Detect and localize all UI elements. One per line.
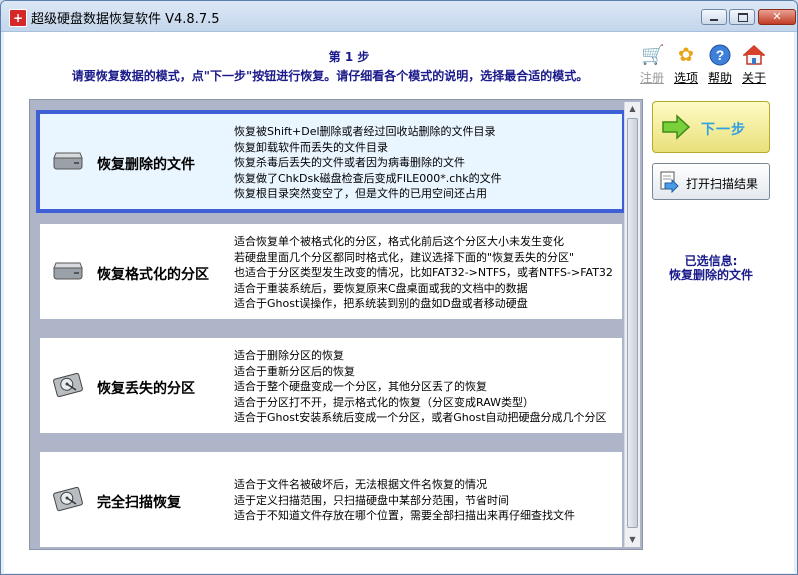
mode-description: 适合恢复单个被格式化的分区，格式化前后这个分区大小未发生变化 若硬盘里面几个分区… <box>234 234 620 312</box>
minimize-button[interactable] <box>701 9 727 25</box>
step-title: 第 1 步 <box>328 50 370 64</box>
mode-name: 恢复丢失的分区 <box>97 381 195 397</box>
scroll-thumb[interactable] <box>627 118 638 528</box>
desc-line: 适合于文件名被破坏后，无法根据文件名恢复的情况 <box>234 478 487 491</box>
window-title: 超级硬盘数据恢复软件 V4.8.7.5 <box>31 12 220 27</box>
app-window: + 超级硬盘数据恢复软件 V4.8.7.5 第 1 步 请要恢复数据的模式，点"… <box>0 0 798 575</box>
gear-icon: ✿ <box>678 44 694 66</box>
desc-line: 恢复杀毒后丢失的文件或者因为病毒删除的文件 <box>234 156 465 169</box>
house-icon <box>742 44 766 66</box>
vertical-scrollbar[interactable]: ▲ ▼ <box>624 102 640 547</box>
desc-line: 恢复被Shift+Del删除或者经过回收站删除的文件目录 <box>234 125 496 138</box>
register-label: 注册 <box>639 71 664 85</box>
arrow-right-icon <box>662 114 691 140</box>
harddrive-icon <box>53 372 83 398</box>
main-panel: 第 1 步 请要恢复数据的模式，点"下一步"按钮进行恢复。请仔细看各个模式的说明… <box>4 32 794 573</box>
desc-line: 适合于重装系统后，要恢复原来C盘桌面或我的文档中的数据 <box>234 281 528 295</box>
desc-line: 适合于分区打不开，提示格式化的恢复（分区变成RAW类型） <box>234 395 534 409</box>
desc-line: 恢复卸载软件而丢失的文件目录 <box>234 140 388 154</box>
help-label: 帮助 <box>707 71 732 85</box>
help-button[interactable]: ? 帮助 <box>705 44 735 86</box>
desc-line: 适合于Ghost安装系统后变成一个分区，或者Ghost自动把硬盘分成几个分区 <box>234 411 607 424</box>
mode-name: 完全扫描恢复 <box>97 495 181 511</box>
close-button[interactable] <box>758 9 796 25</box>
disk-icon <box>53 152 83 170</box>
mode-full-scan[interactable]: 完全扫描恢复 适合于文件名被破坏后，无法根据文件名恢复的情况 适于定义扫描范围，… <box>40 452 622 547</box>
next-step-label: 下一步 <box>701 122 746 138</box>
mode-delete-files[interactable]: 恢复删除的文件 恢复被Shift+Del删除或者经过回收站删除的文件目录 恢复卸… <box>36 110 626 213</box>
harddrive-icon <box>53 486 83 512</box>
scroll-down-icon[interactable]: ▼ <box>625 533 640 547</box>
open-scan-results-button[interactable]: 打开扫描结果 <box>652 163 770 200</box>
desc-line: 适合于删除分区的恢复 <box>234 349 344 362</box>
cart-icon: 🛒 <box>641 44 665 66</box>
desc-line: 适合于不知道文件存放在哪个位置，需要全部扫描出来再仔细查找文件 <box>234 509 575 522</box>
options-label: 选项 <box>673 71 698 85</box>
selected-info-value: 恢复删除的文件 <box>668 268 753 282</box>
desc-line: 适于定义扫描范围，只扫描硬盘中某部分范围，节省时间 <box>234 493 509 507</box>
step-instruction: 请要恢复数据的模式，点"下一步"按钮进行恢复。请仔细看各个模式的说明，选择最合适… <box>71 69 589 83</box>
desc-line: 适合恢复单个被格式化的分区，格式化前后这个分区大小未发生变化 <box>234 235 564 248</box>
mode-lost-partition[interactable]: 恢复丢失的分区 适合于删除分区的恢复 适合于重新分区后的恢复 适合于整个硬盘变成… <box>40 338 622 433</box>
mode-description: 适合于删除分区的恢复 适合于重新分区后的恢复 适合于整个硬盘变成一个分区，其他分… <box>234 348 620 426</box>
about-label: 关于 <box>741 71 766 85</box>
title-bar[interactable]: + 超级硬盘数据恢复软件 V4.8.7.5 <box>1 1 797 32</box>
mode-description: 恢复被Shift+Del删除或者经过回收站删除的文件目录 恢复卸载软件而丢失的文… <box>234 124 620 202</box>
about-button[interactable]: 关于 <box>739 44 769 86</box>
mode-list: 恢复删除的文件 恢复被Shift+Del删除或者经过回收站删除的文件目录 恢复卸… <box>29 99 643 550</box>
document-arrow-icon <box>660 171 679 193</box>
maximize-button[interactable] <box>729 9 755 25</box>
desc-line: 适合于重新分区后的恢复 <box>234 364 355 378</box>
options-button[interactable]: ✿ 选项 <box>671 44 701 86</box>
mode-name: 恢复删除的文件 <box>97 157 195 173</box>
svg-text:?: ? <box>716 47 725 63</box>
mode-format-recovery[interactable]: 恢复格式化的分区 适合恢复单个被格式化的分区，格式化前后这个分区大小未发生变化 … <box>40 224 622 319</box>
scroll-up-icon[interactable]: ▲ <box>625 102 640 116</box>
app-icon: + <box>9 9 27 27</box>
desc-line: 适合于整个硬盘变成一个分区，其他分区丢了的恢复 <box>234 380 487 393</box>
disk-icon <box>53 262 83 280</box>
help-icon: ? <box>709 44 731 66</box>
open-scan-results-label: 打开扫描结果 <box>686 177 759 191</box>
mode-description: 适合于文件名被破坏后，无法根据文件名恢复的情况 适于定义扫描范围，只扫描硬盘中某… <box>234 477 620 524</box>
desc-line: 恢复根目录突然变空了，但是文件的已用空间还占用 <box>234 187 487 200</box>
desc-line: 也适合于分区类型发生改变的情况，比如FAT32->NTFS，或者NTFS->FA… <box>234 266 613 279</box>
next-step-button[interactable]: 下一步 <box>652 101 770 153</box>
mode-name: 恢复格式化的分区 <box>97 267 209 283</box>
desc-line: 若硬盘里面几个分区都同时格式化，建议选择下面的"恢复丢失的分区" <box>234 250 575 264</box>
desc-line: 恢复做了ChkDsk磁盘检查后变成FILE000*.chk的文件 <box>234 171 502 185</box>
desc-line: 适合于Ghost误操作，把系统装到别的盘如D盘或者移动硬盘 <box>234 297 528 310</box>
register-button[interactable]: 🛒 注册 <box>637 44 667 86</box>
